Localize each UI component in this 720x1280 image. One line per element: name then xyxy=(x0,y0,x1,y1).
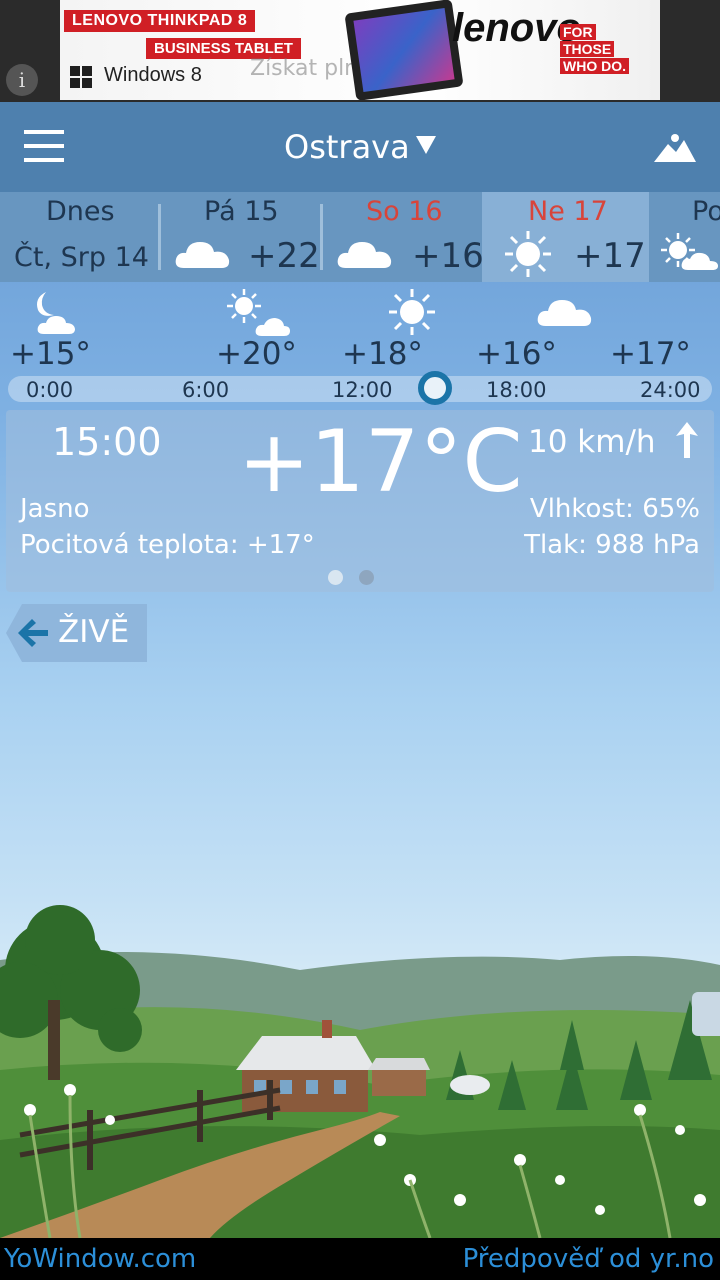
daily-forecast-strip: Dnes Čt, Srp 14 Pá 15 +22 So 16 +16 Ne 1… xyxy=(0,192,720,282)
day-tab[interactable]: So 16 +16 xyxy=(324,192,484,282)
condition-text: Jasno xyxy=(20,494,90,524)
ad-slogan-line: FOR xyxy=(560,24,596,40)
yowindow-link[interactable]: YoWindow.com xyxy=(4,1244,196,1274)
wind-arrow-icon xyxy=(676,422,698,458)
forecast-source-link[interactable]: Předpověď od yr.no xyxy=(463,1244,714,1274)
windows-logo-icon xyxy=(70,66,92,88)
day-tab-today[interactable]: Dnes Čt, Srp 14 xyxy=(0,192,158,282)
hour-temp: +16° xyxy=(476,336,557,372)
ad-banner-bar: i LENOVO THINKPAD 8 BUSINESS TABLET Získ… xyxy=(0,0,720,102)
day-temp: +16 xyxy=(412,236,484,276)
sun-cloud-icon xyxy=(661,233,718,270)
side-panel-tab[interactable] xyxy=(692,992,720,1036)
ad-slogan-line: THOSE xyxy=(560,41,615,57)
day-tab-selected[interactable]: Ne 17 +17 xyxy=(482,192,649,282)
app-header: Ostrava xyxy=(0,102,720,192)
current-time: 15:00 xyxy=(52,420,162,464)
cloud-icon xyxy=(175,242,230,268)
time-label: 12:00 xyxy=(332,378,393,402)
time-label: 6:00 xyxy=(182,378,230,402)
day-name: So 16 xyxy=(366,196,443,227)
info-icon[interactable]: i xyxy=(6,64,38,96)
day-date: Čt, Srp 14 xyxy=(14,242,149,273)
countryside-scene xyxy=(0,905,720,1238)
current-temperature: +17°C xyxy=(238,412,523,512)
ad-banner[interactable]: LENOVO THINKPAD 8 BUSINESS TABLET Získat… xyxy=(60,0,660,100)
divider xyxy=(320,204,323,270)
cloud-icon xyxy=(537,300,592,326)
hour-temp: +18° xyxy=(342,336,423,372)
ad-headline: LENOVO THINKPAD 8 xyxy=(64,10,256,32)
ad-os-label: Windows 8 xyxy=(104,64,202,86)
day-tab[interactable]: Pá 15 +22 xyxy=(162,192,320,282)
page-dot[interactable] xyxy=(359,570,374,585)
pressure-text: Tlak: 988 hPa xyxy=(524,530,700,560)
ad-slogan-line: WHO DO. xyxy=(560,58,629,74)
sun-icon xyxy=(389,289,435,335)
arrow-left-icon xyxy=(18,619,48,647)
hour-temp: +17° xyxy=(610,336,691,372)
day-name: Pá 15 xyxy=(204,196,279,227)
day-temp: +17 xyxy=(574,236,646,276)
hamburger-menu-icon[interactable] xyxy=(24,130,64,164)
tablet-image xyxy=(344,0,464,100)
cloud-icon xyxy=(337,242,392,268)
sun-cloud-icon xyxy=(227,289,290,336)
ad-slogan: FOR THOSE WHO DO. xyxy=(560,24,650,75)
humidity-text: Vlhkost: 65% xyxy=(529,494,700,524)
day-temp: +22 xyxy=(248,236,320,276)
wind-speed: 10 km/h xyxy=(528,424,656,460)
live-button[interactable]: ŽIVĚ xyxy=(6,604,147,662)
hourly-forecast: +15° +20° +18° +16° +17° 0:00 6:00 12:00… xyxy=(0,282,720,408)
sun-icon xyxy=(505,231,551,277)
page-dot-active[interactable] xyxy=(328,570,343,585)
day-name: Dnes xyxy=(46,196,115,227)
day-name: Ne 17 xyxy=(528,196,608,227)
day-name: Po xyxy=(692,196,720,227)
hour-temp: +15° xyxy=(10,336,91,372)
footer: YoWindow.com Předpověď od yr.no xyxy=(0,1238,720,1280)
divider xyxy=(158,204,161,270)
moon-cloud-icon xyxy=(37,292,75,334)
time-label: 0:00 xyxy=(26,378,74,402)
live-button-label: ŽIVĚ xyxy=(58,614,130,650)
time-label: 24:00 xyxy=(640,378,701,402)
city-name[interactable]: Ostrava xyxy=(284,128,410,166)
landscape-icon[interactable] xyxy=(654,132,696,164)
day-tab[interactable]: Po xyxy=(652,192,720,282)
triangle-down-icon[interactable] xyxy=(416,136,436,154)
hour-temp: +20° xyxy=(216,336,297,372)
page-indicator xyxy=(328,570,390,589)
time-label: 18:00 xyxy=(486,378,547,402)
current-conditions-card[interactable]: 15:00 +17°C 10 km/h Jasno Pocitová teplo… xyxy=(6,410,714,592)
feels-like-text: Pocitová teplota: +17° xyxy=(20,530,315,560)
time-slider-knob[interactable] xyxy=(418,371,452,405)
